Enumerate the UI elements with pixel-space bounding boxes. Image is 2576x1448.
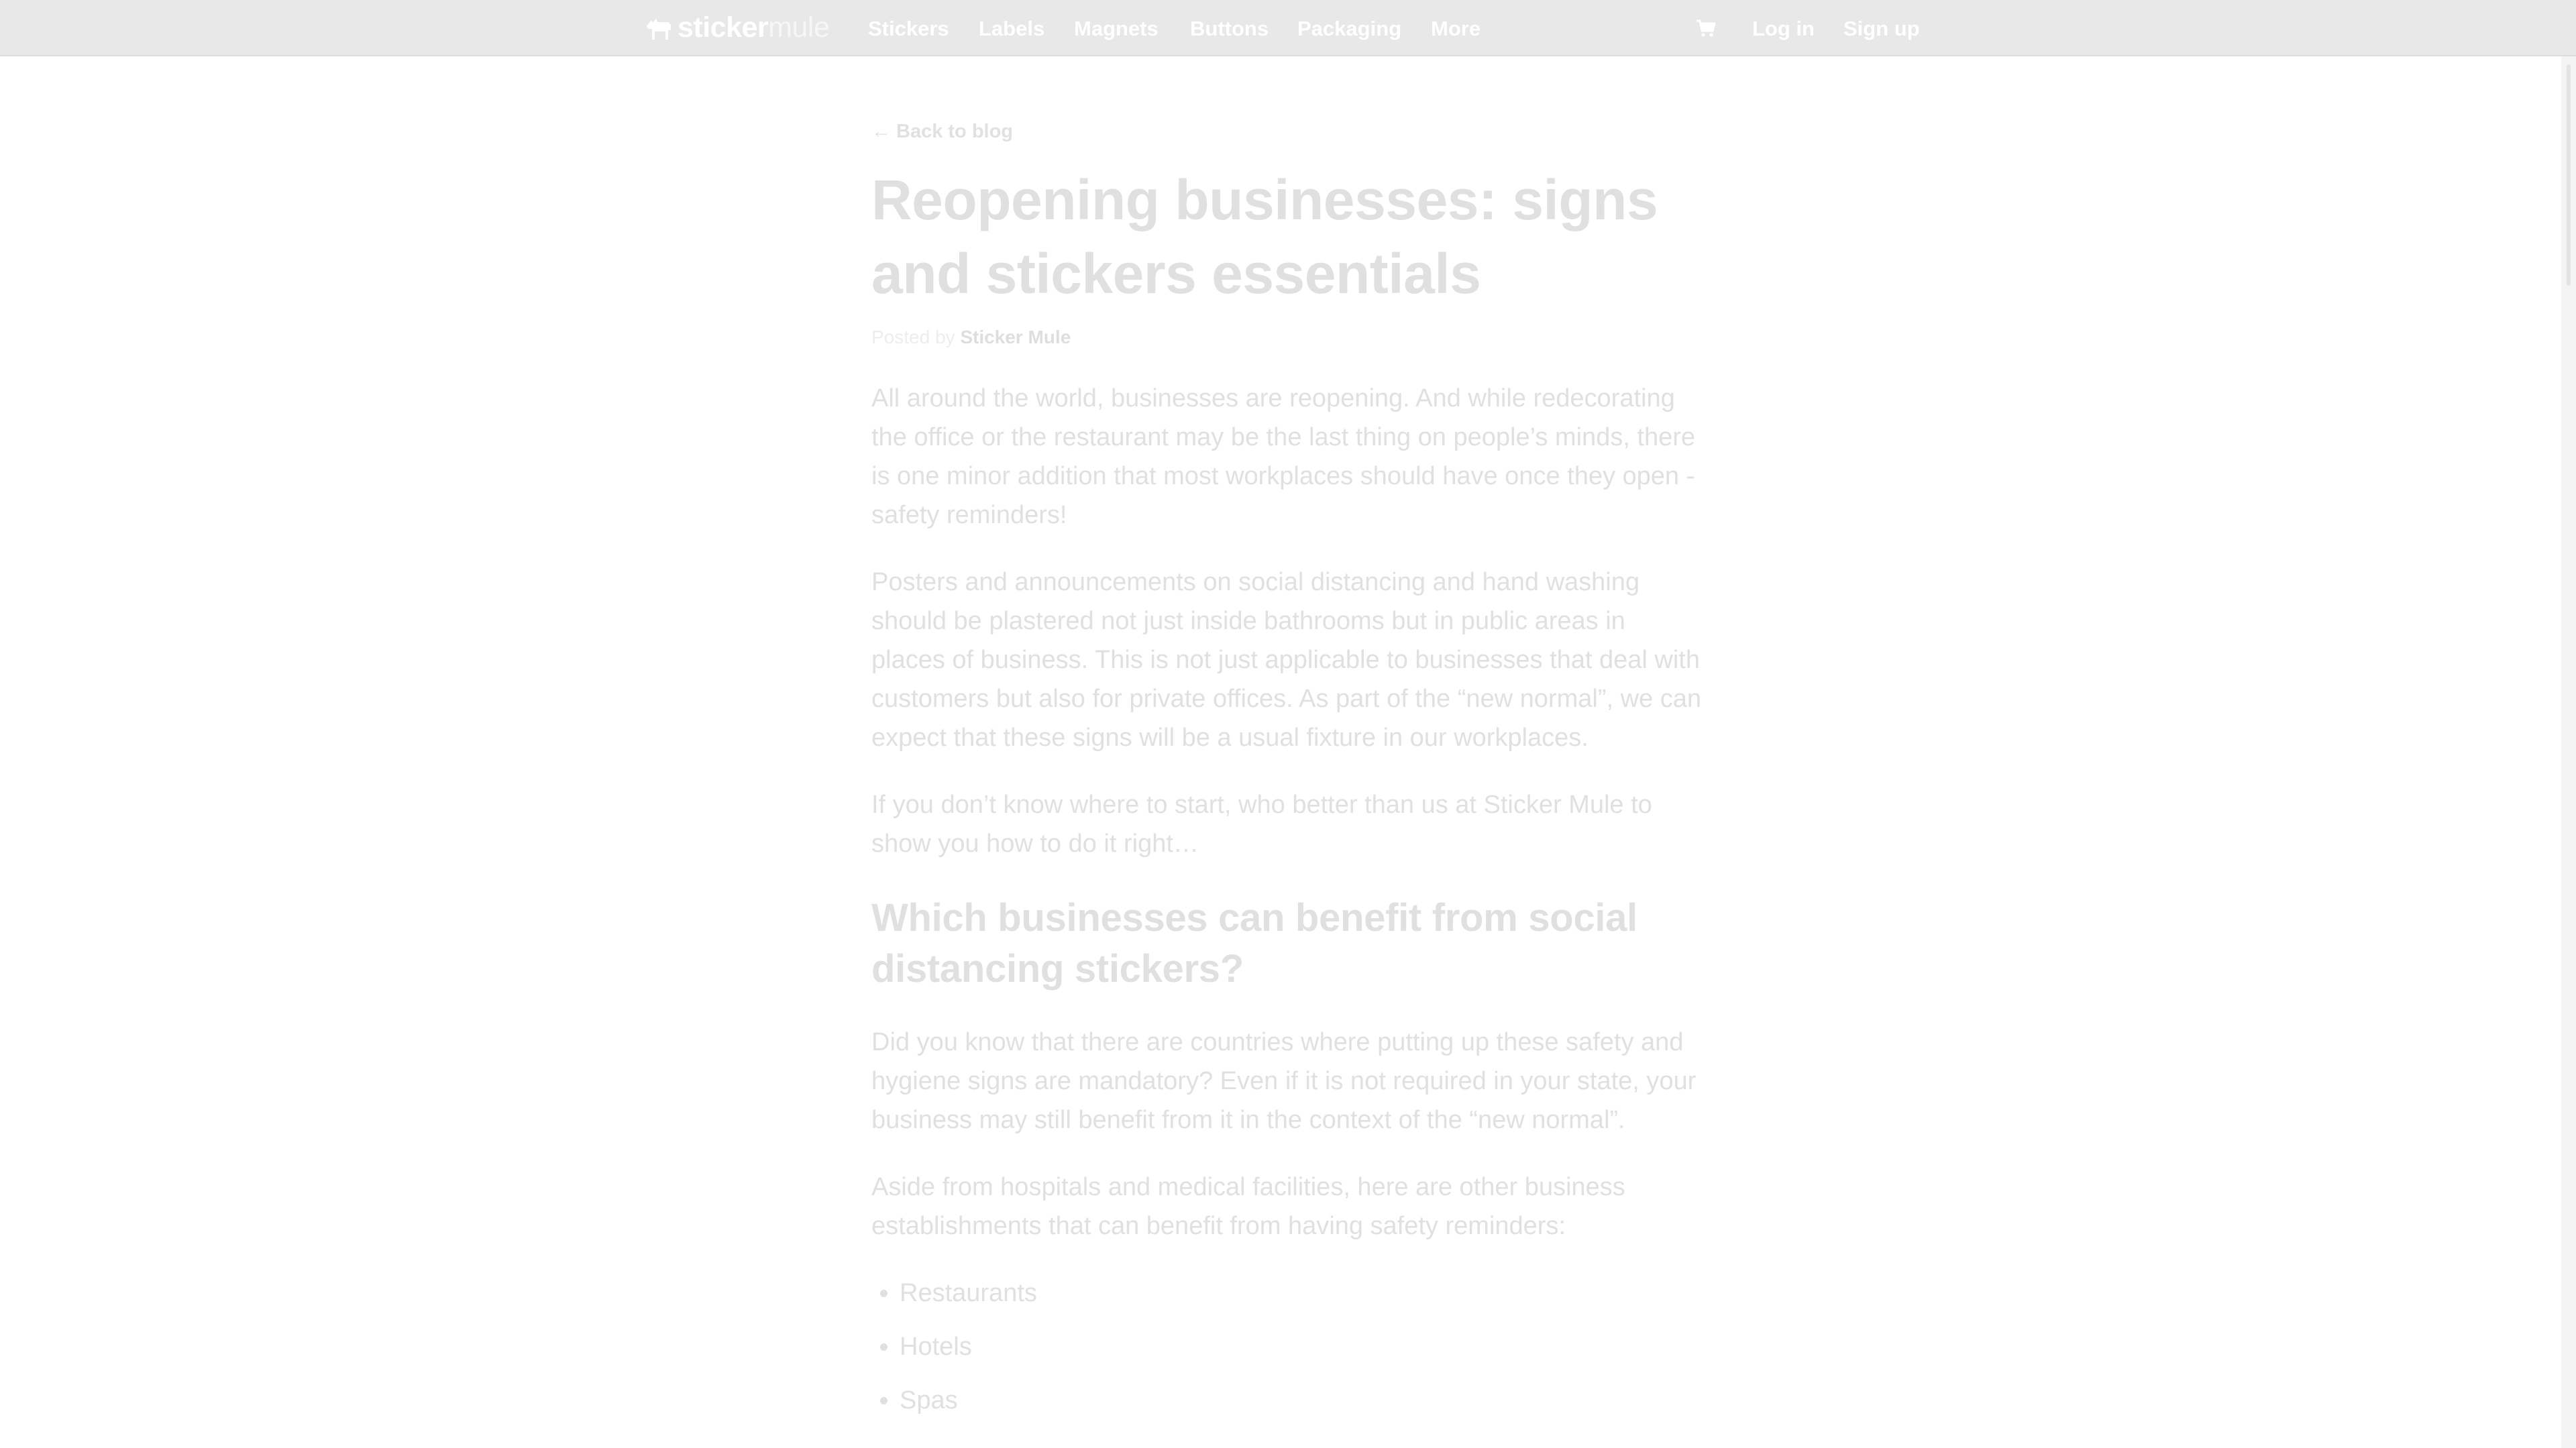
article-paragraph: Posters and announcements on social dist…: [871, 568, 1701, 752]
sticker-mule-logo[interactable]: sticker mule: [644, 11, 830, 44]
signup-link[interactable]: Sign up: [1843, 0, 1920, 56]
shopping-cart-icon[interactable]: [1696, 19, 1716, 38]
top-navigation-bar: sticker mule Stickers Labels Magnets Butt…: [0, 0, 2576, 56]
article-byline: Posted by Sticker Mule: [871, 327, 1703, 348]
business-list: Restaurants Hotels Spas: [871, 1274, 1703, 1420]
nav-item-buttons[interactable]: Buttons: [1190, 0, 1269, 56]
logo-text-mule: mule: [768, 11, 830, 44]
list-item: Restaurants: [900, 1274, 1703, 1313]
nav-item-magnets[interactable]: Magnets: [1074, 0, 1159, 56]
login-link[interactable]: Log in: [1752, 0, 1815, 56]
blog-article: ← Back to blog Reopening businesses: sign…: [871, 121, 1703, 1435]
mule-logo-icon: [647, 18, 671, 40]
list-item: Hotels: [900, 1327, 1703, 1366]
back-to-blog-label: Back to blog: [896, 121, 1014, 142]
arrow-left-icon: ←: [871, 121, 891, 142]
nav-item-more[interactable]: More: [1431, 0, 1481, 56]
nav-item-stickers[interactable]: Stickers: [868, 0, 949, 56]
article-title: Reopening businesses: signs and stickers…: [871, 168, 1658, 305]
scrollbar-thumb[interactable]: [2567, 64, 2571, 286]
byline-author-link[interactable]: Sticker Mule: [960, 327, 1071, 347]
article-paragraph: All around the world, businesses are reo…: [871, 384, 1696, 529]
page-scrollbar[interactable]: [2561, 56, 2576, 1448]
list-item: Spas: [900, 1381, 1703, 1420]
article-subheading: Which businesses can benefit from social…: [871, 896, 1638, 991]
byline-prefix: Posted by: [871, 327, 955, 347]
back-to-blog-link[interactable]: ← Back to blog: [871, 121, 1013, 143]
article-paragraph: Did you know that there are countries wh…: [871, 1028, 1697, 1134]
nav-item-packaging[interactable]: Packaging: [1297, 0, 1401, 56]
nav-item-labels[interactable]: Labels: [979, 0, 1044, 56]
article-paragraph: Aside from hospitals and medical facilit…: [871, 1173, 1625, 1240]
logo-text-sticker: sticker: [678, 11, 769, 44]
article-paragraph: If you don’t know where to start, who be…: [871, 791, 1652, 858]
